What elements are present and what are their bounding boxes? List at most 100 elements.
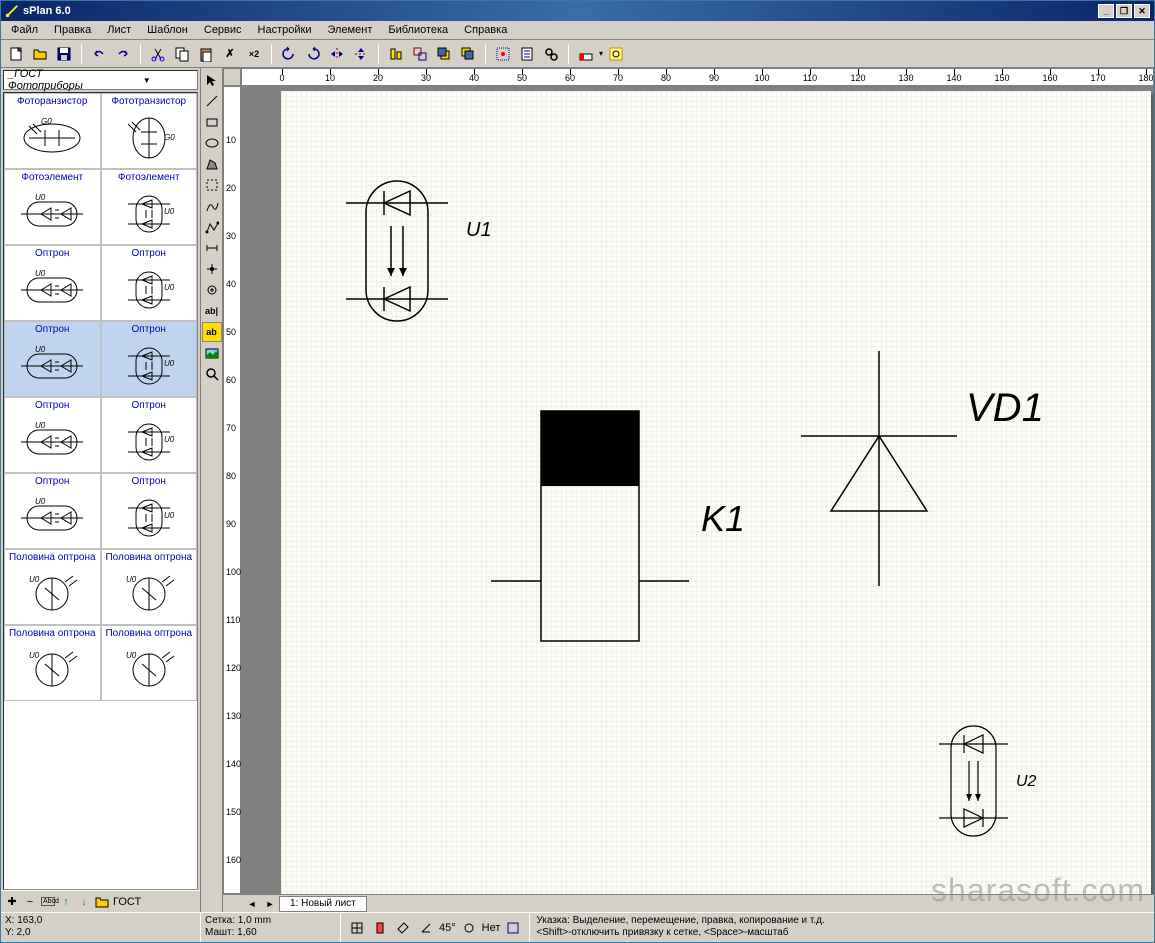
snap-toggle-icon[interactable] (370, 918, 390, 938)
to-front-icon[interactable] (433, 43, 455, 65)
library-item[interactable]: ФоторанзисторG0 (4, 93, 101, 169)
zoom-tool-icon[interactable] (202, 364, 222, 384)
maximize-button[interactable]: ❐ (1116, 4, 1132, 18)
group-icon[interactable] (409, 43, 431, 65)
lib-add-icon[interactable]: ✚ (5, 895, 19, 908)
delete-icon[interactable]: ✗ (219, 43, 241, 65)
library-item[interactable]: ОптронU0 (4, 245, 101, 321)
undo-icon[interactable] (88, 43, 110, 65)
mirror-v-icon[interactable] (350, 43, 372, 65)
copy-icon[interactable] (171, 43, 193, 65)
search-icon[interactable] (540, 43, 562, 65)
color-picker-icon[interactable] (575, 43, 597, 65)
pointer-tool-icon[interactable] (202, 70, 222, 90)
svg-text:U0: U0 (126, 575, 137, 584)
library-item-label: Оптрон (132, 324, 166, 338)
library-item[interactable]: Половина оптронаU0 (101, 549, 198, 625)
minimize-button[interactable]: _ (1098, 4, 1114, 18)
library-item[interactable]: ОптронU0 (101, 397, 198, 473)
grid-toggle-icon[interactable] (347, 918, 367, 938)
rect-tool-icon[interactable] (202, 112, 222, 132)
menu-help[interactable]: Справка (456, 22, 515, 38)
textbox-tool-icon[interactable]: ab (202, 322, 222, 342)
library-item[interactable]: Фотоэлемент U0 (4, 169, 101, 245)
library-item-label: Фотоэлемент (21, 172, 83, 186)
menu-element[interactable]: Элемент (319, 22, 380, 38)
menu-service[interactable]: Сервис (196, 22, 250, 38)
menu-sheet[interactable]: Лист (99, 22, 139, 38)
library-item-thumb: G0 (12, 110, 92, 166)
rotate-left-icon[interactable] (278, 43, 300, 65)
node-tool-icon[interactable] (202, 259, 222, 279)
ruler-corner (223, 68, 241, 86)
redo-icon[interactable] (112, 43, 134, 65)
menu-edit[interactable]: Правка (46, 22, 99, 38)
menu-library[interactable]: Библиотека (380, 22, 456, 38)
library-item-thumb: U0 (12, 186, 92, 242)
bezier-tool-icon[interactable] (202, 196, 222, 216)
align-icon[interactable] (385, 43, 407, 65)
library-item[interactable]: ОптронU0 (101, 321, 198, 397)
poly-fill-tool-icon[interactable] (202, 154, 222, 174)
svg-text:U0: U0 (164, 207, 175, 216)
new-file-icon[interactable] (5, 43, 27, 65)
print-preview-icon[interactable] (605, 43, 627, 65)
library-item[interactable]: ОптронU0 (101, 473, 198, 549)
rubber-toggle-icon[interactable] (393, 918, 413, 938)
open-file-icon[interactable] (29, 43, 51, 65)
library-item[interactable]: ОптронU0 (101, 245, 198, 321)
sheet-tab-1[interactable]: 1: Новый лист (279, 896, 367, 912)
circle-tool-icon[interactable] (202, 133, 222, 153)
text-tool-icon[interactable]: ab| (202, 301, 222, 321)
menu-file[interactable]: Файл (3, 22, 46, 38)
tab-prev-icon[interactable]: ◄ (243, 899, 261, 909)
menu-settings[interactable]: Настройки (250, 22, 320, 38)
polyline-tool-icon[interactable] (202, 217, 222, 237)
svg-text:U0: U0 (126, 651, 137, 660)
paste-icon[interactable] (195, 43, 217, 65)
menu-template[interactable]: Шаблон (139, 22, 196, 38)
library-item-thumb: G0 (109, 110, 189, 166)
library-item[interactable]: Половина оптронаU0 (101, 625, 198, 701)
library-category-select[interactable]: _ГОСТ Фотоприборы ▼ (3, 70, 198, 90)
snap-mode-icon[interactable] (459, 918, 479, 938)
library-item[interactable]: ОптронU0 (4, 321, 101, 397)
angle-icon[interactable] (416, 918, 436, 938)
dimension-tool-icon[interactable] (202, 238, 222, 258)
close-button[interactable]: ✕ (1134, 4, 1150, 18)
lib-name-icon[interactable]: Abcd (41, 897, 55, 906)
canvas-viewport[interactable]: U1 K1 (241, 86, 1154, 894)
canvas-page[interactable]: U1 K1 (281, 91, 1151, 894)
list-icon[interactable] (516, 43, 538, 65)
lib-up-icon[interactable]: ↑ (59, 896, 73, 908)
lib-down-icon[interactable]: ↓ (77, 896, 91, 908)
library-item[interactable]: Половина оптронаU0 (4, 625, 101, 701)
library-item[interactable]: ОптронU0 (4, 397, 101, 473)
duplicate-icon[interactable]: ×2 (243, 43, 265, 65)
library-item[interactable]: ФототранзисторG0 (101, 93, 198, 169)
library-item-thumb: U0 (109, 414, 189, 470)
special-tool-icon[interactable] (202, 175, 222, 195)
menubar: Файл Правка Лист Шаблон Сервис Настройки… (1, 21, 1154, 40)
lib-remove-icon[interactable]: − (23, 896, 37, 908)
rotate-right-icon[interactable] (302, 43, 324, 65)
svg-text:G0: G0 (164, 133, 175, 142)
image-tool-icon[interactable] (202, 343, 222, 363)
mirror-h-icon[interactable] (326, 43, 348, 65)
svg-text:U0: U0 (35, 345, 46, 354)
svg-text:U0: U0 (35, 193, 46, 202)
junction-tool-icon[interactable] (202, 280, 222, 300)
cut-icon[interactable] (147, 43, 169, 65)
save-file-icon[interactable] (53, 43, 75, 65)
tab-next-icon[interactable]: ► (261, 899, 279, 909)
draw-toolbar: ab| ab (201, 68, 223, 912)
library-item[interactable]: ФотоэлементU0 (101, 169, 198, 245)
lib-folder-icon[interactable] (95, 895, 109, 909)
library-item[interactable]: Половина оптронаU0 (4, 549, 101, 625)
library-item[interactable]: ОптронU0 (4, 473, 101, 549)
line-tool-icon[interactable] (202, 91, 222, 111)
to-back-icon[interactable] (457, 43, 479, 65)
library-item-thumb: U0 (109, 338, 189, 394)
snap-icon[interactable] (492, 43, 514, 65)
info-icon[interactable] (503, 918, 523, 938)
